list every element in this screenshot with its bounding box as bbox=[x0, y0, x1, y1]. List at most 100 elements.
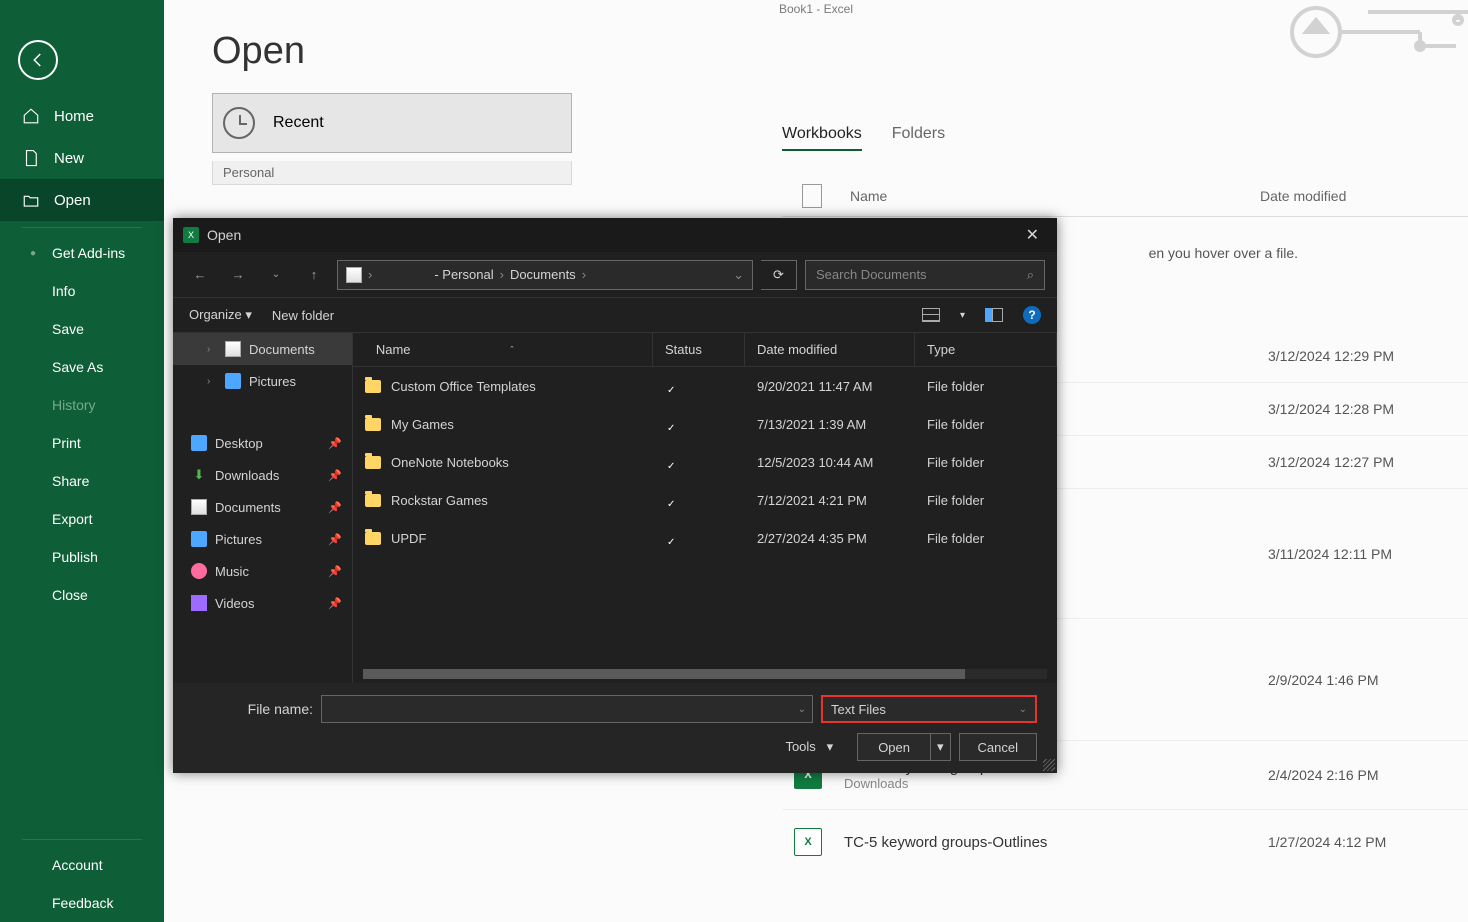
sidebar-export[interactable]: Export bbox=[0, 500, 164, 538]
sidebar-save[interactable]: Save bbox=[0, 310, 164, 348]
sidebar-account[interactable]: Account bbox=[0, 846, 164, 884]
pin-icon[interactable]: 📌 bbox=[328, 597, 342, 610]
horizontal-scrollbar[interactable] bbox=[363, 669, 1047, 679]
sidebar-home[interactable]: Home bbox=[0, 95, 164, 137]
documents-icon bbox=[191, 499, 207, 515]
tree-videos[interactable]: Videos📌 bbox=[173, 587, 352, 619]
back-button[interactable] bbox=[18, 40, 58, 80]
pin-icon[interactable]: 📌 bbox=[328, 501, 342, 514]
sidebar-history[interactable]: History bbox=[0, 386, 164, 424]
sidebar-close[interactable]: Close bbox=[0, 576, 164, 614]
search-placeholder: Search Documents bbox=[816, 267, 927, 282]
new-folder-button[interactable]: New folder bbox=[272, 308, 334, 323]
breadcrumb-documents[interactable]: Documents bbox=[510, 267, 576, 282]
sidebar-print-label: Print bbox=[52, 435, 81, 451]
pin-icon[interactable]: 📌 bbox=[328, 533, 342, 546]
tree-documents2[interactable]: Documents📌 bbox=[173, 491, 352, 523]
preview-pane-button[interactable] bbox=[985, 308, 1003, 322]
decorative-circuit bbox=[1228, 0, 1468, 100]
col-type[interactable]: Type bbox=[915, 333, 1057, 366]
folder-icon bbox=[365, 380, 381, 393]
nav-up-button[interactable]: ↑ bbox=[299, 260, 329, 290]
tree-music[interactable]: Music📌 bbox=[173, 555, 352, 587]
file-date: 3/11/2024 12:11 PM bbox=[1268, 546, 1468, 562]
tab-workbooks[interactable]: Workbooks bbox=[782, 125, 862, 151]
chevron-icon: › bbox=[582, 267, 586, 282]
file-row[interactable]: X TC-5 keyword groups-Outlines 1/27/2024… bbox=[782, 810, 1468, 874]
desktop-icon bbox=[191, 435, 207, 451]
tab-folders[interactable]: Folders bbox=[892, 125, 945, 151]
pin-icon[interactable]: 📌 bbox=[328, 469, 342, 482]
col-name[interactable]: Nameˆ bbox=[353, 333, 653, 366]
column-header: Nameˆ Status Date modified Type bbox=[353, 333, 1057, 367]
search-icon: ⌕ bbox=[1027, 267, 1034, 283]
sidebar-print[interactable]: Print bbox=[0, 424, 164, 462]
sidebar-home-label: Home bbox=[54, 108, 94, 125]
file-item[interactable]: My Games7/13/2021 1:39 AMFile folder bbox=[353, 405, 1057, 443]
chevron-down-icon: ⌄ bbox=[1019, 704, 1027, 715]
file-item[interactable]: Rockstar Games7/12/2021 4:21 PMFile fold… bbox=[353, 481, 1057, 519]
downloads-icon: ⬇ bbox=[191, 467, 207, 483]
filetype-select[interactable]: Text Files ⌄ bbox=[821, 695, 1037, 723]
file-item[interactable]: UPDF2/27/2024 4:35 PMFile folder bbox=[353, 519, 1057, 557]
sidebar-addins[interactable]: ●Get Add-ins bbox=[0, 234, 164, 272]
help-button[interactable]: ? bbox=[1023, 306, 1041, 324]
sidebar-publish[interactable]: Publish bbox=[0, 538, 164, 576]
search-input[interactable]: Search Documents ⌕ bbox=[805, 260, 1045, 290]
sidebar-open[interactable]: Open bbox=[0, 179, 164, 221]
file-date: 1/27/2024 4:12 PM bbox=[1268, 834, 1468, 850]
nav-back-button[interactable]: ← bbox=[185, 260, 215, 290]
music-icon bbox=[191, 563, 207, 579]
sidebar-info[interactable]: Info bbox=[0, 272, 164, 310]
tools-button[interactable]: Tools ▾ bbox=[785, 739, 833, 755]
file-item[interactable]: Custom Office Templates9/20/2021 11:47 A… bbox=[353, 367, 1057, 405]
chevron-down-icon[interactable]: ⌄ bbox=[733, 267, 744, 283]
sidebar-new-label: New bbox=[54, 150, 84, 167]
tree-desktop[interactable]: Desktop📌 bbox=[173, 427, 352, 459]
tree-downloads[interactable]: ⬇Downloads📌 bbox=[173, 459, 352, 491]
chevron-down-icon[interactable]: ▾ bbox=[931, 739, 950, 755]
sidebar-info-label: Info bbox=[52, 283, 75, 299]
sidebar-feedback[interactable]: Feedback bbox=[0, 884, 164, 922]
col-date[interactable]: Date modified bbox=[745, 333, 915, 366]
open-button[interactable]: Open▾ bbox=[857, 733, 950, 761]
chevron-down-icon[interactable]: ▾ bbox=[960, 310, 965, 321]
file-pane: Nameˆ Status Date modified Type Custom O… bbox=[353, 333, 1057, 683]
resize-grip[interactable] bbox=[1043, 759, 1055, 771]
folder-icon bbox=[365, 532, 381, 545]
sidebar-saveas[interactable]: Save As bbox=[0, 348, 164, 386]
dialog-subbar: Organize ▾ New folder ▾ ? bbox=[173, 297, 1057, 333]
file-date: 3/12/2024 12:29 PM bbox=[1268, 348, 1468, 364]
sidebar-new[interactable]: New bbox=[0, 137, 164, 179]
personal-section-label: Personal bbox=[212, 161, 572, 185]
col-name-label[interactable]: Name bbox=[850, 188, 1260, 204]
sidebar-publish-label: Publish bbox=[52, 549, 98, 565]
file-item[interactable]: OneNote Notebooks12/5/2023 10:44 AMFile … bbox=[353, 443, 1057, 481]
view-mode-button[interactable] bbox=[922, 308, 940, 322]
pin-icon[interactable]: 📌 bbox=[328, 437, 342, 450]
sidebar-share[interactable]: Share bbox=[0, 462, 164, 500]
recent-card[interactable]: Recent bbox=[212, 93, 572, 153]
tree-pictures[interactable]: ›Pictures bbox=[173, 365, 352, 397]
col-datemod-label[interactable]: Date modified bbox=[1260, 188, 1468, 204]
tree-documents[interactable]: ›Documents bbox=[173, 333, 352, 365]
nav-forward-button[interactable]: → bbox=[223, 260, 253, 290]
address-bar[interactable]: › - Personal › Documents › ⌄ bbox=[337, 260, 753, 290]
chevron-icon: › bbox=[368, 267, 372, 282]
refresh-button[interactable]: ⟳ bbox=[761, 260, 797, 290]
sidebar-share-label: Share bbox=[52, 473, 89, 489]
document-icon bbox=[802, 184, 822, 208]
filename-input[interactable]: ⌄ bbox=[321, 695, 813, 723]
breadcrumb-personal[interactable]: - Personal bbox=[434, 267, 493, 282]
organize-button[interactable]: Organize ▾ bbox=[189, 307, 252, 323]
excel-icon: X bbox=[794, 828, 822, 856]
location-icon bbox=[346, 267, 362, 283]
sidebar-account-label: Account bbox=[52, 857, 103, 873]
pictures-icon bbox=[225, 373, 241, 389]
nav-history-button[interactable]: ⌄ bbox=[261, 260, 291, 290]
col-status[interactable]: Status bbox=[653, 333, 745, 366]
close-button[interactable]: ✕ bbox=[1018, 223, 1047, 247]
cancel-button[interactable]: Cancel bbox=[959, 733, 1037, 761]
tree-pictures2[interactable]: Pictures📌 bbox=[173, 523, 352, 555]
pin-icon[interactable]: 📌 bbox=[328, 565, 342, 578]
